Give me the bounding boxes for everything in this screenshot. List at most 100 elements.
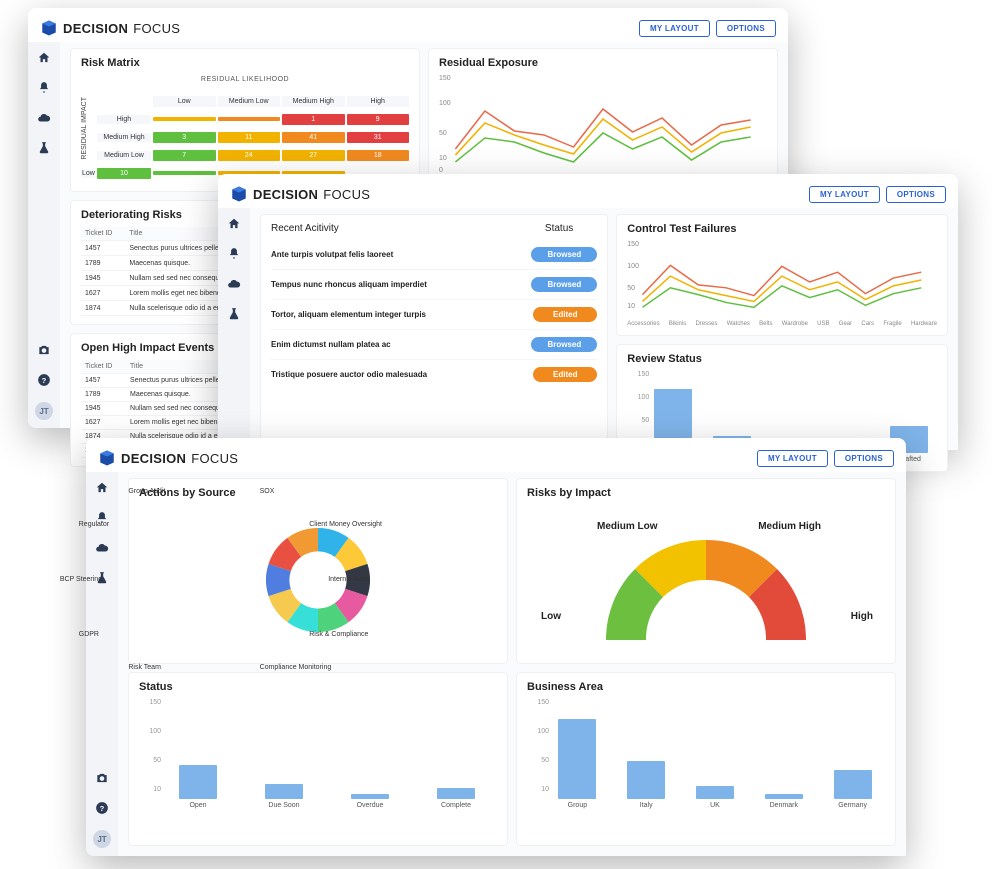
donut-label: Compliance Monitoring xyxy=(260,664,332,671)
bar[interactable]: Germany xyxy=(826,770,879,809)
residual-exposure-card: Residual Exposure 150 100 50 10 0 Access… xyxy=(428,48,778,192)
avatar[interactable]: JT xyxy=(93,830,111,848)
bar[interactable]: Italy xyxy=(620,761,673,809)
donut-label: SOX xyxy=(260,488,275,495)
logo-icon xyxy=(40,19,58,37)
avatar[interactable]: JT xyxy=(35,402,53,420)
bar[interactable]: Denmark xyxy=(757,794,810,809)
card-title: Recent Acitivity xyxy=(271,223,339,234)
flask-icon[interactable] xyxy=(36,140,52,156)
card-title: Actions by Source xyxy=(139,487,497,499)
logo: DECISIONFOCUS xyxy=(98,449,238,467)
recent-activity-card: Recent Acitivity Status Ante turpis volu… xyxy=(260,214,608,472)
matrix-cell[interactable]: 10 xyxy=(97,168,151,179)
matrix-cell[interactable]: 27 xyxy=(282,150,345,161)
matrix-cell[interactable]: 1 xyxy=(282,114,345,125)
help-icon[interactable]: ? xyxy=(94,800,110,816)
matrix-cell[interactable]: 24 xyxy=(218,150,281,161)
cloud-icon[interactable] xyxy=(94,540,110,556)
recent-item[interactable]: Ante turpis volutpat felis laoreetBrowse… xyxy=(271,240,597,270)
status-card: Status 1501005010 OpenDue SoonOverdueCom… xyxy=(128,672,508,846)
my-layout-button[interactable]: MY LAYOUT xyxy=(809,186,880,203)
options-button[interactable]: OPTIONS xyxy=(834,450,894,467)
card-title: Control Test Failures xyxy=(627,223,937,235)
bar[interactable]: Due Soon xyxy=(249,784,319,809)
home-icon[interactable] xyxy=(94,480,110,496)
logo-icon xyxy=(230,185,248,203)
recent-item[interactable]: Tristique posuere auctor odio malesuadaE… xyxy=(271,360,597,389)
bar[interactable]: UK xyxy=(689,786,742,809)
risk-matrix-card: Risk Matrix RESIDUAL LIKELIHOODRESIDUAL … xyxy=(70,48,420,192)
svg-text:?: ? xyxy=(100,804,105,813)
matrix-cell[interactable] xyxy=(153,117,216,121)
risks-by-impact-card: Risks by Impact Low Medium Low Medium Hi… xyxy=(516,478,896,664)
sidebar: ? JT xyxy=(86,472,118,856)
matrix-cell[interactable] xyxy=(218,117,281,121)
svg-text:?: ? xyxy=(42,376,47,385)
matrix-cell[interactable]: 31 xyxy=(347,132,410,143)
donut-label: Group Audit xyxy=(128,488,165,495)
donut-label: Risk & Compliance xyxy=(309,631,368,638)
gauge-label-medlow: Medium Low xyxy=(597,521,658,532)
ctf-chart: 150 100 50 10 xyxy=(627,241,937,319)
sidebar: ? JT xyxy=(28,42,60,428)
actions-donut-chart: SOXClient Money OversightInternal AuditR… xyxy=(139,505,497,655)
gauge-label-low: Low xyxy=(541,611,561,622)
matrix-cell[interactable] xyxy=(153,171,216,175)
card-title: Review Status xyxy=(627,353,937,365)
card-title: Business Area xyxy=(527,681,885,693)
card-title: Risk Matrix xyxy=(81,57,409,69)
gauge-label-medhigh: Medium High xyxy=(758,521,821,532)
donut-label: Risk Team xyxy=(128,664,161,671)
business-area-chart: 1501005010 GroupItalyUKDenmarkGermany xyxy=(527,699,885,809)
bell-icon[interactable] xyxy=(36,80,52,96)
cloud-icon[interactable] xyxy=(36,110,52,126)
bar[interactable]: Complete xyxy=(421,788,491,809)
topbar: DECISIONFOCUS MY LAYOUT OPTIONS xyxy=(218,174,958,208)
flask-icon[interactable] xyxy=(226,306,242,322)
status-header: Status xyxy=(545,223,573,234)
options-button[interactable]: OPTIONS xyxy=(716,20,776,37)
matrix-cell[interactable]: 11 xyxy=(218,132,281,143)
topbar: DECISIONFOCUS MY LAYOUT OPTIONS xyxy=(28,8,788,42)
logo: DECISIONFOCUS xyxy=(230,185,370,203)
card-title: Status xyxy=(139,681,497,693)
cloud-icon[interactable] xyxy=(226,276,242,292)
donut-label: Internal Audit xyxy=(328,576,369,583)
logo-icon xyxy=(98,449,116,467)
residual-exposure-chart: 150 100 50 10 0 xyxy=(439,75,767,175)
matrix-cell[interactable]: 18 xyxy=(347,150,410,161)
recent-item[interactable]: Tortor, aliquam elementum integer turpis… xyxy=(271,300,597,330)
control-test-failures-card: Control Test Failures 150 100 50 10 Acce… xyxy=(616,214,948,336)
bar[interactable]: Group xyxy=(551,719,604,809)
matrix-cell[interactable]: 3 xyxy=(153,132,216,143)
my-layout-button[interactable]: MY LAYOUT xyxy=(639,20,710,37)
home-icon[interactable] xyxy=(36,50,52,66)
bell-icon[interactable] xyxy=(226,246,242,262)
dashboard-window-3: DECISIONFOCUS MY LAYOUT OPTIONS ? JT Act… xyxy=(86,438,906,856)
logo: DECISIONFOCUS xyxy=(40,19,180,37)
gauge-label-high: High xyxy=(851,611,873,622)
card-title: Residual Exposure xyxy=(439,57,767,69)
donut-label: Regulator xyxy=(79,521,109,528)
impact-gauge-chart: Low Medium Low Medium High High xyxy=(527,505,885,655)
my-layout-button[interactable]: MY LAYOUT xyxy=(757,450,828,467)
camera-icon[interactable] xyxy=(36,342,52,358)
matrix-cell[interactable]: 9 xyxy=(347,114,410,125)
recent-item[interactable]: Enim dictumst nullam platea acBrowsed xyxy=(271,330,597,360)
bar[interactable]: Overdue xyxy=(335,794,405,809)
help-icon[interactable]: ? xyxy=(36,372,52,388)
sidebar xyxy=(218,208,250,450)
recent-item[interactable]: Tempus nunc rhoncus aliquam imperdietBro… xyxy=(271,270,597,300)
actions-by-source-card: Actions by Source SOX Client Money Oversi… xyxy=(128,478,508,664)
risk-matrix-grid: RESIDUAL LIKELIHOODRESIDUAL IMPACTLowMed… xyxy=(81,75,409,181)
bar[interactable]: Open xyxy=(163,765,233,809)
topbar: DECISIONFOCUS MY LAYOUT OPTIONS xyxy=(86,438,906,472)
donut-label: BCP Steering xyxy=(60,576,102,583)
donut-label: Client Money Oversight xyxy=(309,521,382,528)
matrix-cell[interactable]: 41 xyxy=(282,132,345,143)
options-button[interactable]: OPTIONS xyxy=(886,186,946,203)
matrix-cell[interactable]: 7 xyxy=(153,150,216,161)
home-icon[interactable] xyxy=(226,216,242,232)
camera-icon[interactable] xyxy=(94,770,110,786)
